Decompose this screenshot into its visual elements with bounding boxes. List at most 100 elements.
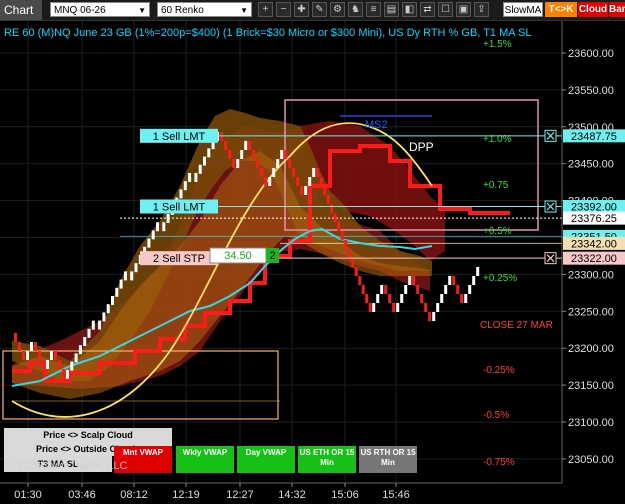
chevron-down-icon: ▼ bbox=[138, 6, 146, 15]
bar-toggle[interactable]: Bar bbox=[609, 2, 625, 17]
renko-brick-up bbox=[468, 285, 472, 294]
renko-brick-down bbox=[361, 285, 365, 294]
tck-toggle[interactable]: T<>K bbox=[545, 2, 577, 17]
renko-brick-down bbox=[42, 360, 45, 369]
close-27-mar-label: CLOSE 27 MAR bbox=[480, 320, 553, 331]
price-tick-label: 23050.00 bbox=[568, 454, 614, 466]
zoom-in-icon[interactable]: + bbox=[258, 2, 273, 17]
order-label: 1 Sell LMT bbox=[153, 131, 206, 143]
renko-brick-down bbox=[62, 369, 65, 378]
renko-brick-down bbox=[358, 276, 362, 285]
cloud-toggle[interactable]: Cloud bbox=[578, 2, 608, 17]
renko-brick-up bbox=[78, 345, 82, 355]
renko-brick-down bbox=[248, 141, 252, 150]
percent-level-label: +0.5% bbox=[483, 226, 512, 237]
renko-brick-down bbox=[392, 303, 396, 312]
percent-level-label: +1.5% bbox=[483, 39, 512, 50]
renko-brick-down bbox=[460, 294, 464, 303]
price-marker-label: 23487.75 bbox=[571, 131, 617, 143]
renko-brick-up bbox=[472, 276, 476, 285]
renko-brick-down bbox=[456, 285, 460, 294]
renko-brick-down bbox=[323, 186, 327, 195]
renko-brick-up bbox=[432, 312, 436, 321]
renko-brick-down bbox=[264, 177, 268, 186]
price-marker-label: 23322.00 bbox=[571, 253, 617, 265]
renko-brick-down bbox=[54, 351, 57, 360]
time-tick-label: 08:12 bbox=[120, 489, 148, 501]
time-tick-label: 15:46 bbox=[382, 489, 410, 501]
renko-brick-up bbox=[134, 263, 138, 273]
slow-ma-toggle[interactable]: SlowMA bbox=[503, 2, 543, 17]
chart-header: RE 60 (M)NQ June 23 GB (1%=200p=$400) (1… bbox=[4, 27, 532, 39]
renko-brick-down bbox=[292, 168, 296, 177]
price-tick-label: 23300.00 bbox=[568, 269, 614, 281]
renko-brick-down bbox=[14, 333, 17, 342]
renko-brick-up bbox=[444, 285, 448, 294]
templates-icon[interactable]: ▤ bbox=[384, 2, 399, 17]
price-tick-label: 23100.00 bbox=[568, 417, 614, 429]
renko-brick-up bbox=[236, 159, 240, 168]
renko-brick-down bbox=[384, 285, 388, 294]
renko-brick-up bbox=[312, 168, 316, 177]
price-marker-label: 23342.00 bbox=[571, 238, 617, 250]
renko-brick-up bbox=[179, 189, 183, 199]
price-chart[interactable]: RE 60 (M)NQ June 23 GB (1%=200p=$400) (1… bbox=[0, 21, 625, 504]
drawing-tools-icon[interactable]: ✎ bbox=[312, 2, 327, 17]
renko-brick-down bbox=[228, 150, 232, 159]
renko-brick-down bbox=[38, 351, 41, 360]
renko-brick-up bbox=[464, 294, 468, 303]
renko-brick-up bbox=[268, 177, 272, 186]
renko-brick-up bbox=[400, 294, 404, 303]
time-tick-label: 12:19 bbox=[172, 489, 200, 501]
renko-brick-down bbox=[330, 204, 334, 213]
share-icon[interactable]: ⇪ bbox=[474, 2, 489, 17]
instrument-selector[interactable]: MNQ 06-26 ▼ bbox=[50, 2, 150, 17]
scalp-cloud-button-label: Price <> Scalp Cloud bbox=[43, 430, 133, 440]
renko-brick-down bbox=[316, 168, 320, 177]
renko-brick-down bbox=[260, 168, 264, 177]
renko-brick-up bbox=[440, 294, 444, 303]
renko-brick-up bbox=[194, 173, 198, 182]
time-tick-label: 14:32 bbox=[278, 489, 306, 501]
renko-brick-down bbox=[412, 276, 416, 285]
properties-icon[interactable]: ≡ bbox=[366, 2, 381, 17]
renko-brick-up bbox=[404, 285, 408, 294]
renko-brick-up bbox=[276, 159, 280, 168]
renko-brick-down bbox=[232, 159, 236, 168]
mnt-vwap-button-label: Mnt VWAP bbox=[123, 448, 164, 457]
renko-brick-up bbox=[476, 267, 480, 276]
chevron-down-icon: ▼ bbox=[240, 6, 248, 15]
renko-brick-down bbox=[354, 267, 358, 276]
renko-brick-up bbox=[91, 320, 95, 330]
renko-brick-down bbox=[347, 249, 351, 258]
renko-brick-down bbox=[326, 195, 330, 204]
crosshair-icon[interactable]: ✚ bbox=[294, 2, 309, 17]
ms2-label: MS2 bbox=[365, 119, 388, 131]
order-label: 2 Sell STP bbox=[153, 253, 205, 265]
percent-level-label: +0.25% bbox=[483, 273, 517, 284]
order-label: 1 Sell LMT bbox=[153, 202, 206, 214]
renko-brick-down bbox=[319, 177, 323, 186]
renko-brick-up bbox=[151, 230, 155, 240]
renko-brick-up bbox=[203, 156, 206, 166]
renko-brick-down bbox=[252, 150, 256, 159]
renko-brick-down bbox=[452, 276, 456, 285]
renko-brick-up bbox=[70, 361, 74, 371]
renko-brick-up bbox=[436, 303, 440, 312]
scroll-icon[interactable]: ⇄ bbox=[420, 2, 435, 17]
time-tick-label: 15:06 bbox=[331, 489, 359, 501]
position-marker[interactable]: 34.50 2 bbox=[209, 247, 279, 264]
renko-brick-down bbox=[34, 342, 37, 351]
renko-brick-up bbox=[280, 150, 284, 159]
strategies-icon[interactable]: ♞ bbox=[348, 2, 363, 17]
renko-brick-down bbox=[351, 258, 355, 267]
chart-trader-icon[interactable]: ◧ bbox=[402, 2, 417, 17]
bar-type-selector[interactable]: 60 Renko ▼ bbox=[157, 2, 252, 17]
renko-brick-up bbox=[147, 238, 151, 248]
zoom-out-icon[interactable]: − bbox=[276, 2, 291, 17]
indicators-icon[interactable]: ⚙ bbox=[330, 2, 345, 17]
price-tick-label: 23550.00 bbox=[568, 85, 614, 97]
snapshot-icon[interactable]: ▣ bbox=[456, 2, 471, 17]
dpp-label: DPP bbox=[409, 140, 434, 154]
data-box-icon[interactable]: ☐ bbox=[438, 2, 453, 17]
